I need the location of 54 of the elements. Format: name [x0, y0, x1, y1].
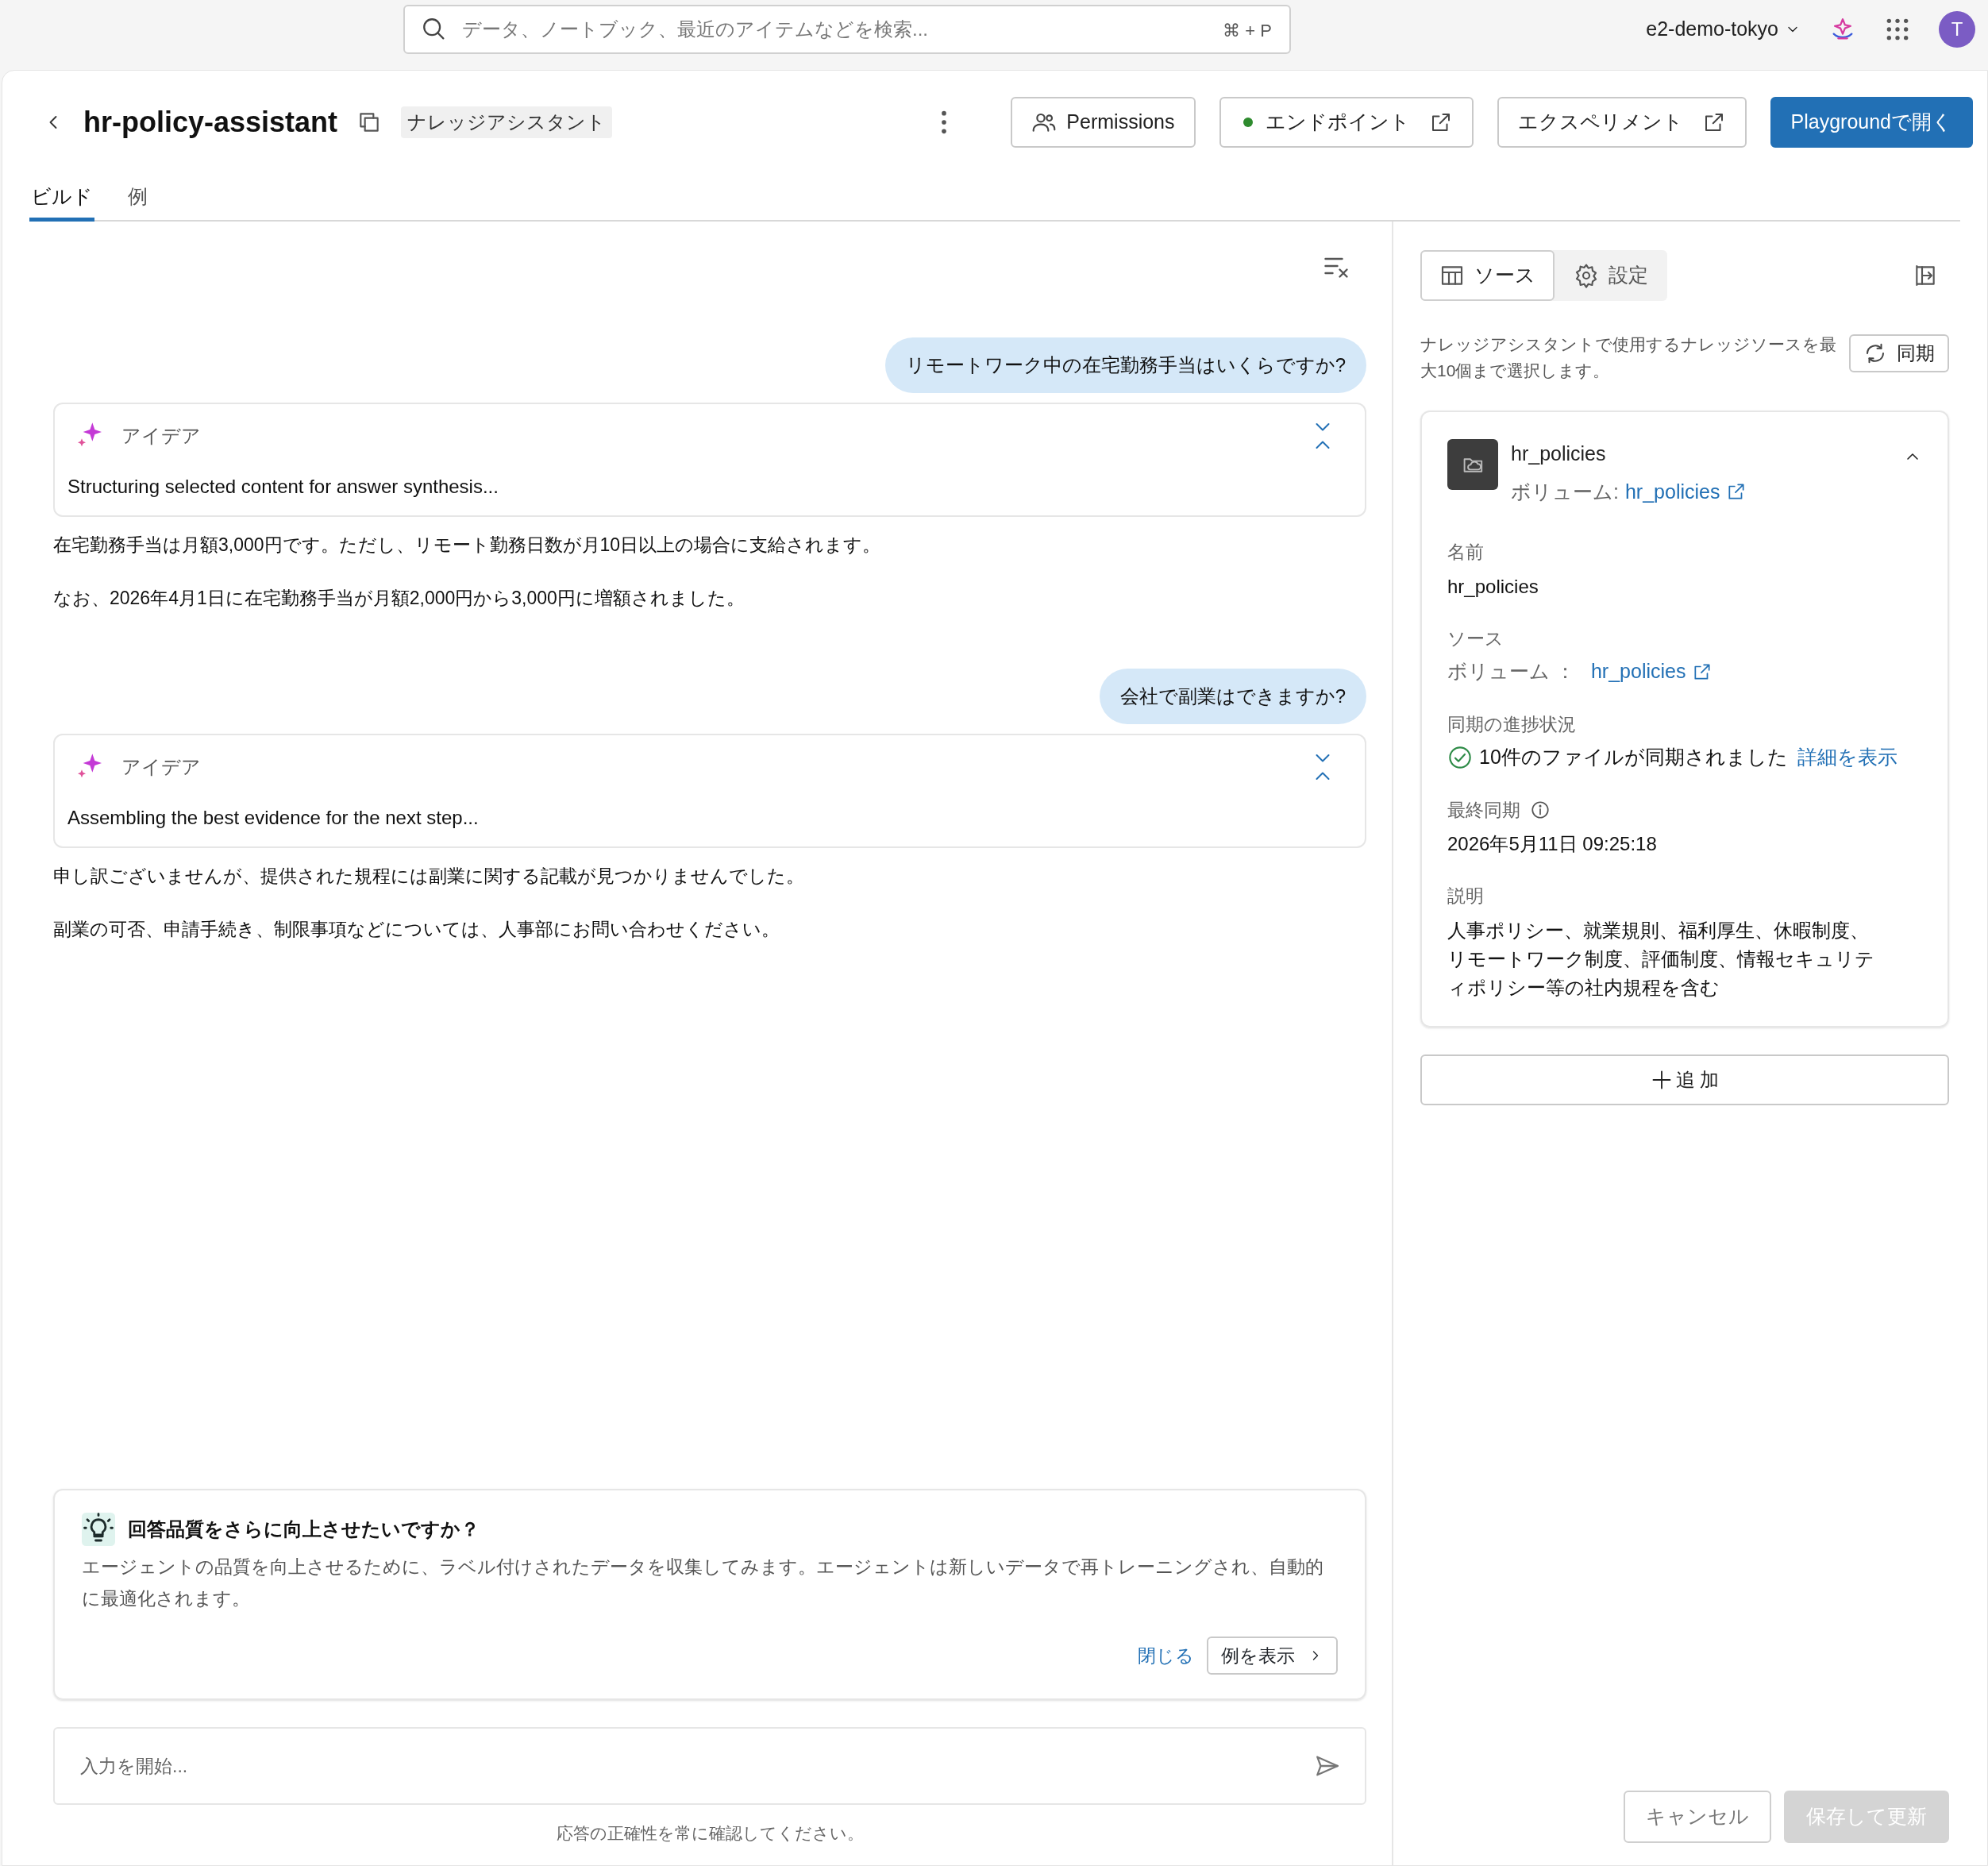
user-avatar[interactable]: T [1939, 11, 1975, 48]
source-name: hr_policies [1511, 441, 1607, 466]
volume-link[interactable]: hr_policies [1624, 476, 1720, 507]
field-value: 人事ポリシー、就業規則、福利厚生、休暇制度、リモートワーク制度、評価制度、情報セキュリティポリシー等の社内規程を含む [1447, 918, 1875, 1000]
close-link[interactable]: 閉じる [1138, 1641, 1194, 1670]
field-value: hr_policies [1447, 574, 1539, 599]
page-title: hr-policy-assistant [83, 105, 338, 140]
field-label: ソース [1447, 626, 1504, 650]
sync-status: 10件のファイルが同期されました [1479, 745, 1788, 769]
endpoint-button[interactable]: エンドポイント [1219, 97, 1474, 148]
answer-text: 副業の可否、申請手続き、制限事項などについては、人事部にお問い合わせください。 [53, 917, 780, 941]
volume-label: ボリューム: [1511, 479, 1619, 504]
suggestion-title: 回答品質をさらに向上させたいですか？ [128, 1517, 480, 1541]
thought-text: Structuring selected content for answer synthesis... [67, 475, 499, 499]
user-message: 会社で副業はできますか? [1099, 669, 1366, 724]
check-circle-icon [1447, 744, 1473, 770]
sync-button[interactable]: 同期 [1849, 334, 1949, 372]
apps-grid-icon[interactable] [1885, 17, 1910, 42]
panel-description: ナレッジアシスタントで使用するナレッジソースを最大10個まで選択します。 [1420, 334, 1836, 381]
experiment-button[interactable]: エクスペリメント [1497, 97, 1747, 148]
answer-text: 申し訳ございませんが、提供された規程には副業に関する記載が見つかりませんでした。 [53, 865, 805, 888]
volume-label: ボリューム ： [1447, 659, 1575, 684]
answer-text: 在宅勤務手当は月額3,000円です。ただし、リモート勤務日数が月10日以上の場合に支給されます。 [53, 534, 882, 557]
tab[interactable]: 例 [126, 175, 149, 222]
type-badge: ナレッジアシスタント [401, 106, 613, 138]
info-icon[interactable] [1530, 799, 1551, 820]
user-message: リモートワーク中の在宅勤務手当はいくらですか? [884, 337, 1366, 393]
message-input[interactable]: 入力を開始... [53, 1727, 1366, 1805]
field-label: 名前 [1447, 541, 1484, 564]
panel-tab[interactable]: ソース [1420, 250, 1555, 301]
workspace-switcher[interactable]: e2-demo-tokyo [1646, 14, 1801, 44]
suggestion-text: エージェントの品質を向上させるために、ラベル付けされたデータを収集してみます。エージェントは新しいデータで再トレーニングされ、自動的に最適化されます。 [82, 1556, 1324, 1610]
add-button[interactable]: 追 加 [1420, 1054, 1949, 1105]
field-label: 説明 [1447, 885, 1484, 908]
folder-icon [1447, 439, 1498, 490]
answer-text: なお、2026年4月1日に在宅勤務手当が月額2,000円から3,000円に増額されました。 [53, 586, 746, 610]
field-label: 最終同期 [1447, 798, 1520, 822]
panel-tab[interactable]: 設定 [1555, 250, 1667, 301]
field-value: 2026年5月11日 09:25:18 [1447, 832, 1658, 856]
permissions-button[interactable]: Permissions [1011, 97, 1196, 148]
shortcut-hint: ⌘ + P [1223, 20, 1272, 42]
cancel-button[interactable]: キャンセル [1624, 1791, 1771, 1843]
details-link[interactable]: 詳細を表示 [1797, 742, 1897, 773]
show-examples-button[interactable]: 例を表示 [1207, 1637, 1338, 1675]
tab[interactable]: ビルド [29, 175, 94, 222]
lightbulb-icon [82, 1513, 115, 1546]
disclaimer-text: 応答の正確性を常に確認してください。 [556, 1823, 864, 1844]
thought-label: アイデア [121, 424, 201, 448]
volume-link[interactable]: hr_policies [1590, 657, 1686, 687]
thought-text: Assembling the best evidence for the next step... [67, 806, 480, 830]
open-playground-button[interactable]: Playgroundで開く [1770, 97, 1973, 148]
settings-icon [1574, 263, 1599, 288]
field-label: 同期の進捗状況 [1447, 712, 1576, 736]
thought-label: アイデア [121, 755, 201, 779]
